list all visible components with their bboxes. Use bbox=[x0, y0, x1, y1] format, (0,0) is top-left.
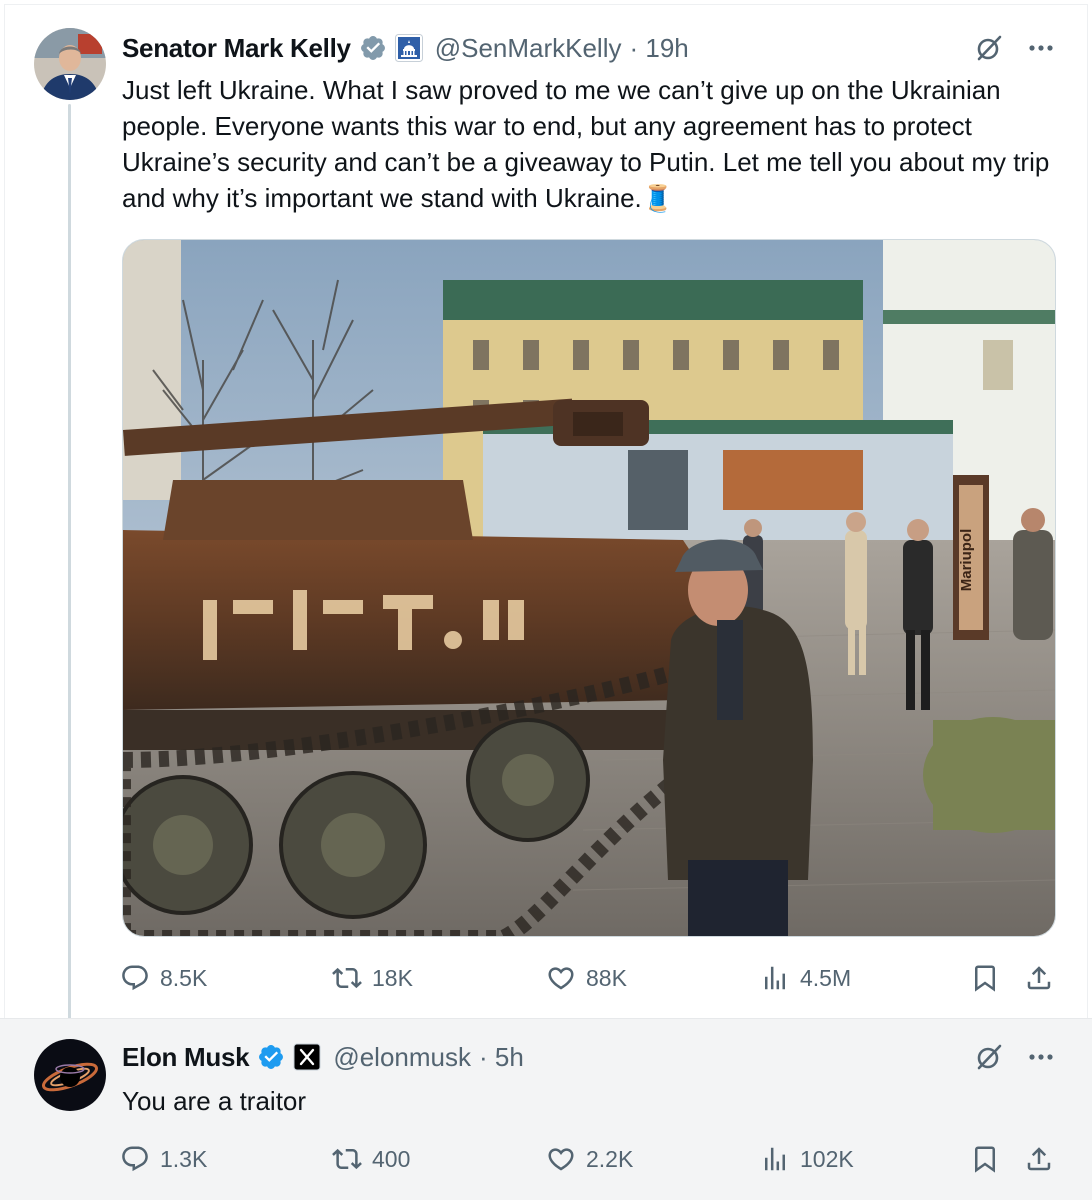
bookmark-icon bbox=[975, 965, 995, 992]
author-handle[interactable]: @SenMarkKelly bbox=[435, 33, 622, 64]
avatar[interactable] bbox=[34, 1039, 106, 1111]
share-button[interactable] bbox=[1024, 1144, 1054, 1174]
tweet-header-actions bbox=[974, 1039, 1056, 1075]
bookmark-button[interactable] bbox=[970, 963, 1000, 993]
more-options-icon[interactable] bbox=[1026, 33, 1056, 63]
timestamp[interactable]: · 5h bbox=[479, 1042, 524, 1073]
tweet-header: Elon Musk @elonmusk · 5h bbox=[122, 1039, 524, 1075]
repost-count: 18K bbox=[372, 964, 413, 991]
tweet-photo[interactable]: Mariupol bbox=[122, 239, 1056, 937]
reply-count: 1.3K bbox=[160, 1145, 208, 1172]
repost-button[interactable]: 18K bbox=[332, 963, 413, 993]
reply-icon bbox=[122, 1146, 148, 1172]
like-count: 88K bbox=[586, 964, 627, 991]
repost-button[interactable]: 400 bbox=[332, 1144, 410, 1174]
tweet-senator-mark-kelly[interactable]: Senator Mark Kelly @SenMarkKelly · 19h J… bbox=[0, 0, 1092, 1018]
mariupol-sign-text: Mariupol bbox=[958, 529, 975, 592]
tweet-text: Just left Ukraine. What I saw proved to … bbox=[122, 75, 1050, 213]
author-name[interactable]: Senator Mark Kelly bbox=[122, 33, 351, 64]
more-options-icon[interactable] bbox=[1026, 1042, 1056, 1072]
share-icon bbox=[1027, 1147, 1051, 1171]
analytics-icon bbox=[765, 966, 785, 990]
reply-button[interactable]: 1.3K bbox=[120, 1144, 207, 1174]
capitol-building-icon bbox=[394, 34, 423, 62]
heart-icon bbox=[548, 1148, 574, 1171]
grok-icon[interactable] bbox=[974, 1042, 1004, 1072]
reply-button[interactable]: 8.5K bbox=[120, 963, 207, 993]
share-button[interactable] bbox=[1024, 963, 1054, 993]
views-button[interactable]: 102K bbox=[760, 1144, 854, 1174]
reply-count: 8.5K bbox=[160, 964, 208, 991]
x-logo-icon bbox=[293, 1043, 321, 1071]
tweet-text: You are a traitor bbox=[122, 1086, 307, 1116]
tweet-action-bar: 1.3K 400 2.2K 102K bbox=[120, 1139, 1062, 1179]
bookmark-button[interactable] bbox=[970, 1144, 1000, 1174]
view-count: 4.5M bbox=[800, 964, 852, 991]
avatar[interactable] bbox=[34, 28, 106, 100]
bookmark-icon bbox=[975, 1146, 995, 1173]
tweet-header: Senator Mark Kelly @SenMarkKelly · 19h bbox=[122, 30, 689, 66]
like-button[interactable]: 88K bbox=[546, 963, 627, 993]
verified-badge-icon bbox=[257, 1043, 285, 1071]
tweet-action-bar: 8.5K 18K 88K 4.5M bbox=[120, 958, 1062, 998]
tweet-elon-musk[interactable]: Elon Musk @elonmusk · 5h You are a trait… bbox=[0, 1018, 1092, 1200]
like-button[interactable]: 2.2K bbox=[546, 1144, 633, 1174]
repost-icon bbox=[332, 967, 362, 989]
repost-icon bbox=[332, 1148, 362, 1170]
reply-icon bbox=[122, 965, 148, 991]
share-icon bbox=[1027, 966, 1051, 990]
view-count: 102K bbox=[800, 1145, 854, 1172]
author-name[interactable]: Elon Musk bbox=[122, 1042, 250, 1073]
like-count: 2.2K bbox=[586, 1145, 634, 1172]
author-handle[interactable]: @elonmusk bbox=[333, 1042, 471, 1073]
tweet-header-actions bbox=[974, 30, 1056, 66]
grok-icon[interactable] bbox=[974, 33, 1004, 63]
views-button[interactable]: 4.5M bbox=[760, 963, 851, 993]
repost-count: 400 bbox=[372, 1145, 411, 1172]
heart-icon bbox=[548, 967, 574, 990]
timestamp[interactable]: · 19h bbox=[630, 33, 689, 64]
analytics-icon bbox=[765, 1147, 785, 1171]
verified-badge-icon bbox=[359, 34, 387, 62]
